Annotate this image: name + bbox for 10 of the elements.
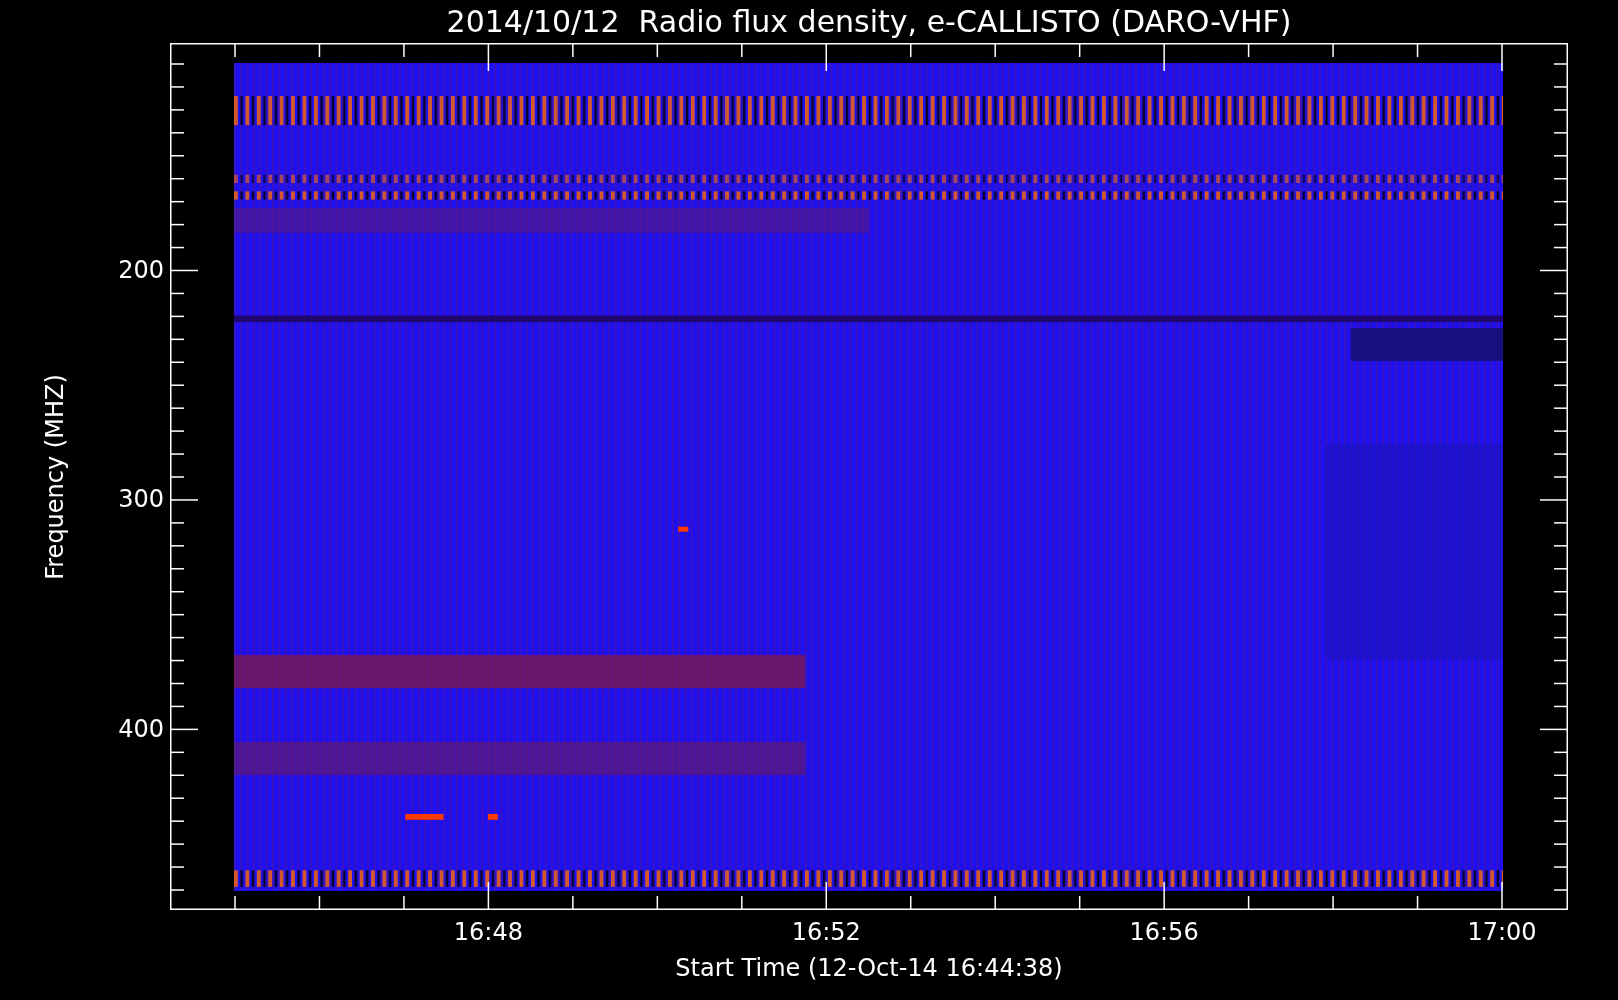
x-tick-label: 17:00 <box>1467 918 1537 946</box>
x-tick-label: 16:56 <box>1129 918 1199 946</box>
x-tick-label: 16:52 <box>791 918 861 946</box>
x-tick-label: 16:48 <box>453 918 523 946</box>
chart-title: 2014/10/12 Radio flux density, e-CALLISTO (DARO-VHF) <box>445 3 1293 41</box>
y-tick-label: 400 <box>118 714 164 743</box>
y-axis-label: Frequency (MHZ) <box>41 373 69 580</box>
y-tick-label: 200 <box>118 255 164 284</box>
x-axis-label: Start Time (12-Oct-14 16:44:38) <box>674 954 1064 982</box>
y-tick-label: 300 <box>118 485 164 514</box>
